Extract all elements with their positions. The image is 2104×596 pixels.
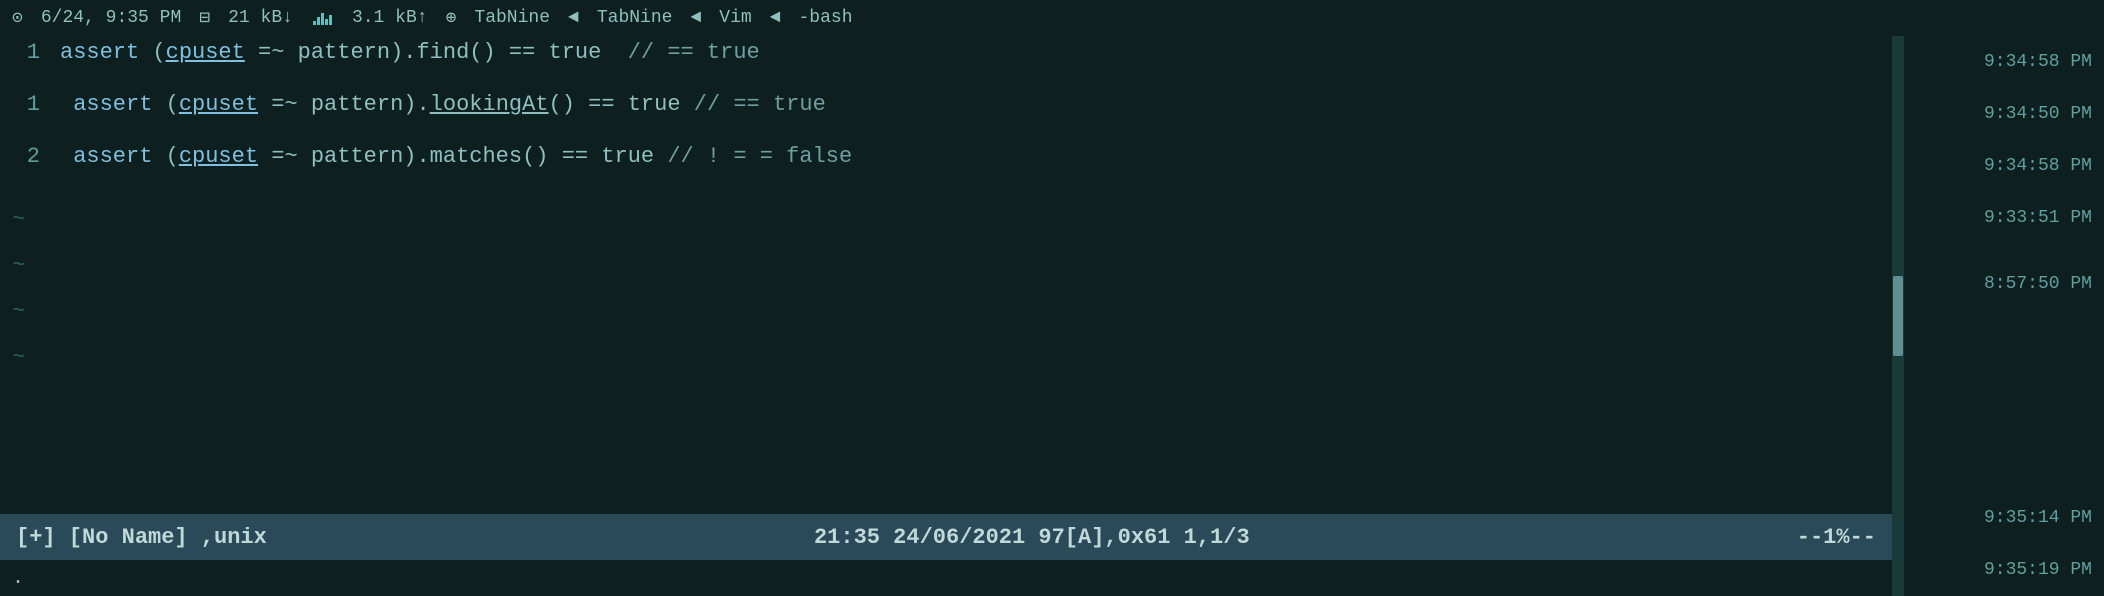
comment-1: // == true: [628, 40, 760, 65]
line-content-1: assert (cpuset =~ pattern).find() == tru…: [60, 40, 760, 65]
timestamp-8: 9:35:19 PM: [1916, 544, 2092, 596]
keyword-assert-1: assert: [60, 40, 139, 65]
code-line-2: 1 assert (cpuset =~ pattern).lookingAt()…: [0, 92, 1892, 144]
timestamp-5: 8:57:50 PM: [1916, 244, 2092, 324]
method-lookinat: lookingAt: [430, 92, 549, 117]
keyword-assert-3: assert: [73, 144, 152, 169]
datetime: 6/24, 9:35 PM: [41, 8, 181, 28]
line-content-3: assert (cpuset =~ pattern).matches() == …: [60, 144, 852, 169]
code-line-1: 1 assert (cpuset =~ pattern).find() == t…: [0, 40, 1892, 92]
keyword-cpuset-2: cpuset: [179, 92, 258, 117]
tabnine1-label: TabNine: [474, 8, 550, 28]
arrow2: ◄: [690, 8, 701, 28]
comment-2: // == true: [694, 92, 826, 117]
status-left: [+] [No Name] ,unix: [16, 525, 267, 550]
timestamp-1: 9:34:58 PM: [1916, 36, 2092, 88]
upload-speed: 3.1 kB↑: [352, 8, 428, 28]
timestamp-7: 9:35:14 PM: [1916, 492, 2092, 544]
arrow3: ◄: [770, 8, 781, 28]
tilde-1: ~: [0, 196, 1892, 242]
arrow1: ◄: [568, 8, 579, 28]
download-speed: 21 kB↓: [228, 8, 293, 28]
status-right: --1%--: [1797, 525, 1876, 550]
tilde-2: ~: [0, 242, 1892, 288]
scrollbar-thumb[interactable]: [1893, 276, 1903, 356]
editor-area[interactable]: 1 assert (cpuset =~ pattern).find() == t…: [0, 36, 1892, 596]
vim-label: Vim: [719, 8, 751, 28]
timestamp-6: [1916, 324, 2092, 404]
timestamp-2: 9:34:50 PM: [1916, 88, 2092, 140]
tabnine2-label: TabNine: [597, 8, 673, 28]
keyword-cpuset-3: cpuset: [179, 144, 258, 169]
tilde-3: ~: [0, 288, 1892, 334]
line-content-2: assert (cpuset =~ pattern).lookingAt() =…: [60, 92, 826, 117]
comment-3: // ! = = false: [667, 144, 852, 169]
vim-command-line: .: [0, 560, 1892, 596]
clock-icon: ⊙: [12, 7, 23, 29]
timestamp-3: 9:34:58 PM: [1916, 140, 2092, 192]
tilde-4: ~: [0, 334, 1892, 380]
cmd-text: .: [12, 567, 24, 590]
vim-status-line: [+] [No Name] ,unix 21:35 24/06/2021 97[…: [0, 514, 1892, 560]
network-icon: ⊟: [199, 7, 210, 29]
keyword-assert-2: assert: [73, 92, 152, 117]
net-graph: [313, 11, 332, 25]
status-center: 21:35 24/06/2021 97[A],0x61 1,1/3: [267, 525, 1797, 550]
line-number-1: 1: [0, 40, 60, 65]
top-status-bar: ⊙ 6/24, 9:35 PM ⊟ 21 kB↓ 3.1 kB↑ ⊕ TabNi…: [0, 0, 2104, 36]
code-line-3: 2 assert (cpuset =~ pattern).matches() =…: [0, 144, 1892, 196]
tabnine-icon: ⊕: [446, 7, 457, 29]
keyword-cpuset-1: cpuset: [166, 40, 245, 65]
line-number-2: 1: [0, 92, 60, 117]
scrollbar[interactable]: [1892, 36, 1904, 596]
bash-label: -bash: [799, 8, 853, 28]
timestamp-4: 9:33:51 PM: [1916, 192, 2092, 244]
line-number-3: 2: [0, 144, 60, 169]
timestamps-sidebar: 9:34:58 PM 9:34:50 PM 9:34:58 PM 9:33:51…: [1904, 36, 2104, 596]
